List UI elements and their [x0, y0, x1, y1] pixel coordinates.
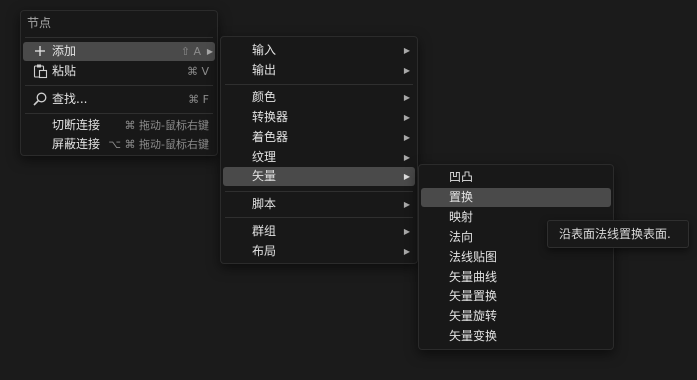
separator — [225, 84, 413, 85]
vector-item-label: 矢量曲线 — [449, 270, 498, 284]
submenu-arrow-icon: ▶ — [403, 46, 410, 55]
add-item-label: 群组 — [252, 224, 277, 238]
add-submenu: 输入 ▶ 输出 ▶ 颜色 ▶ 转换器 ▶ 着色器 ▶ 纹理 ▶ 矢量 ▶ 脚本 … — [220, 36, 418, 264]
separator — [25, 37, 213, 38]
add-item-label: 纹理 — [252, 150, 277, 164]
menu-item-add-label: 添加 — [52, 44, 77, 58]
submenu-arrow-icon: ▶ — [403, 227, 410, 236]
vector-submenu: 凹凸 置换 映射 法向 法线贴图 矢量曲线 矢量置换 矢量旋转 矢量变换 — [418, 164, 614, 350]
add-item-label: 输入 — [252, 43, 277, 57]
separator — [225, 217, 413, 218]
separator — [25, 85, 213, 86]
menu-item-cut-links-shortcut: ⌘ 拖动-鼠标右键 — [124, 119, 209, 132]
vector-item-label: 凹凸 — [449, 170, 474, 184]
menu-item-find[interactable]: 查找... ⌘ F — [23, 90, 215, 109]
separator — [225, 191, 413, 192]
menu-item-find-shortcut: ⌘ F — [188, 93, 209, 106]
add-item-output[interactable]: 输出 ▶ — [223, 61, 415, 80]
vector-item-vector-curves[interactable]: 矢量曲线 — [421, 268, 611, 287]
add-item-input[interactable]: 输入 ▶ — [223, 41, 415, 60]
paste-icon — [32, 63, 48, 79]
menu-item-cut-links[interactable]: 切断连接 ⌘ 拖动-鼠标右键 — [23, 116, 215, 135]
add-item-color[interactable]: 颜色 ▶ — [223, 88, 415, 107]
submenu-arrow-icon: ▶ — [403, 172, 410, 181]
menu-item-paste[interactable]: 粘贴 ⌘ V — [23, 62, 215, 81]
vector-item-label: 矢量置换 — [449, 289, 498, 303]
submenu-arrow-icon: ▶ — [403, 113, 410, 122]
vector-item-label: 矢量变换 — [449, 329, 498, 343]
submenu-arrow-icon: ▶ — [403, 153, 410, 162]
add-item-converter[interactable]: 转换器 ▶ — [223, 108, 415, 127]
vector-item-normal-map[interactable]: 法线贴图 — [421, 248, 611, 267]
submenu-arrow-icon: ▶ — [403, 247, 410, 256]
search-icon — [32, 91, 48, 107]
menu-item-mute-links[interactable]: 屏蔽连接 ⌥ ⌘ 拖动-鼠标右键 — [23, 135, 215, 154]
add-item-label: 着色器 — [252, 130, 289, 144]
menu-item-find-label: 查找... — [52, 92, 88, 106]
vector-item-label: 映射 — [449, 210, 474, 224]
menu-item-cut-links-label: 切断连接 — [52, 118, 101, 132]
node-menu-title: 节点 — [27, 16, 52, 30]
add-item-layout[interactable]: 布局 ▶ — [223, 242, 415, 261]
vector-item-label: 法线贴图 — [449, 250, 498, 264]
menu-item-add-shortcut: ⇧ A — [180, 45, 201, 58]
vector-item-vector-rotate[interactable]: 矢量旋转 — [421, 307, 611, 326]
add-item-label: 输出 — [252, 63, 277, 77]
add-item-texture[interactable]: 纹理 ▶ — [223, 148, 415, 167]
menu-item-mute-links-shortcut: ⌥ ⌘ 拖动-鼠标右键 — [108, 138, 209, 151]
add-item-label: 转换器 — [252, 110, 289, 124]
add-item-group[interactable]: 群组 ▶ — [223, 222, 415, 241]
add-item-label: 矢量 — [252, 169, 277, 183]
vector-item-vector-displacement[interactable]: 矢量置换 — [421, 287, 611, 306]
menu-item-paste-label: 粘贴 — [52, 64, 77, 78]
vector-item-label: 置换 — [449, 190, 474, 204]
vector-item-label: 矢量旋转 — [449, 309, 498, 323]
menu-item-mute-links-label: 屏蔽连接 — [52, 137, 101, 151]
vector-item-label: 法向 — [449, 230, 474, 244]
separator — [25, 113, 213, 114]
menu-item-add[interactable]: 添加 ⇧ A ▶ — [23, 42, 215, 61]
add-item-vector[interactable]: 矢量 ▶ — [223, 167, 415, 186]
add-item-label: 布局 — [252, 244, 277, 258]
submenu-arrow-icon: ▶ — [206, 47, 213, 56]
tooltip-text: 沿表面法线置换表面. — [559, 227, 671, 241]
submenu-arrow-icon: ▶ — [403, 200, 410, 209]
add-item-label: 脚本 — [252, 197, 277, 211]
vector-item-displacement[interactable]: 置换 — [421, 188, 611, 207]
menu-item-paste-shortcut: ⌘ V — [186, 65, 209, 78]
vector-item-bump[interactable]: 凹凸 — [421, 168, 611, 187]
plus-icon — [32, 43, 48, 59]
add-item-label: 颜色 — [252, 90, 277, 104]
vector-item-vector-transform[interactable]: 矢量变换 — [421, 327, 611, 346]
add-item-script[interactable]: 脚本 ▶ — [223, 195, 415, 214]
submenu-arrow-icon: ▶ — [403, 93, 410, 102]
add-item-shader[interactable]: 着色器 ▶ — [223, 128, 415, 147]
tooltip: 沿表面法线置换表面. — [547, 220, 689, 248]
submenu-arrow-icon: ▶ — [403, 66, 410, 75]
node-menu: 节点 添加 ⇧ A ▶ 粘贴 ⌘ V 查找... ⌘ F 切断连接 ⌘ 拖动-鼠… — [20, 10, 218, 156]
submenu-arrow-icon: ▶ — [403, 133, 410, 142]
